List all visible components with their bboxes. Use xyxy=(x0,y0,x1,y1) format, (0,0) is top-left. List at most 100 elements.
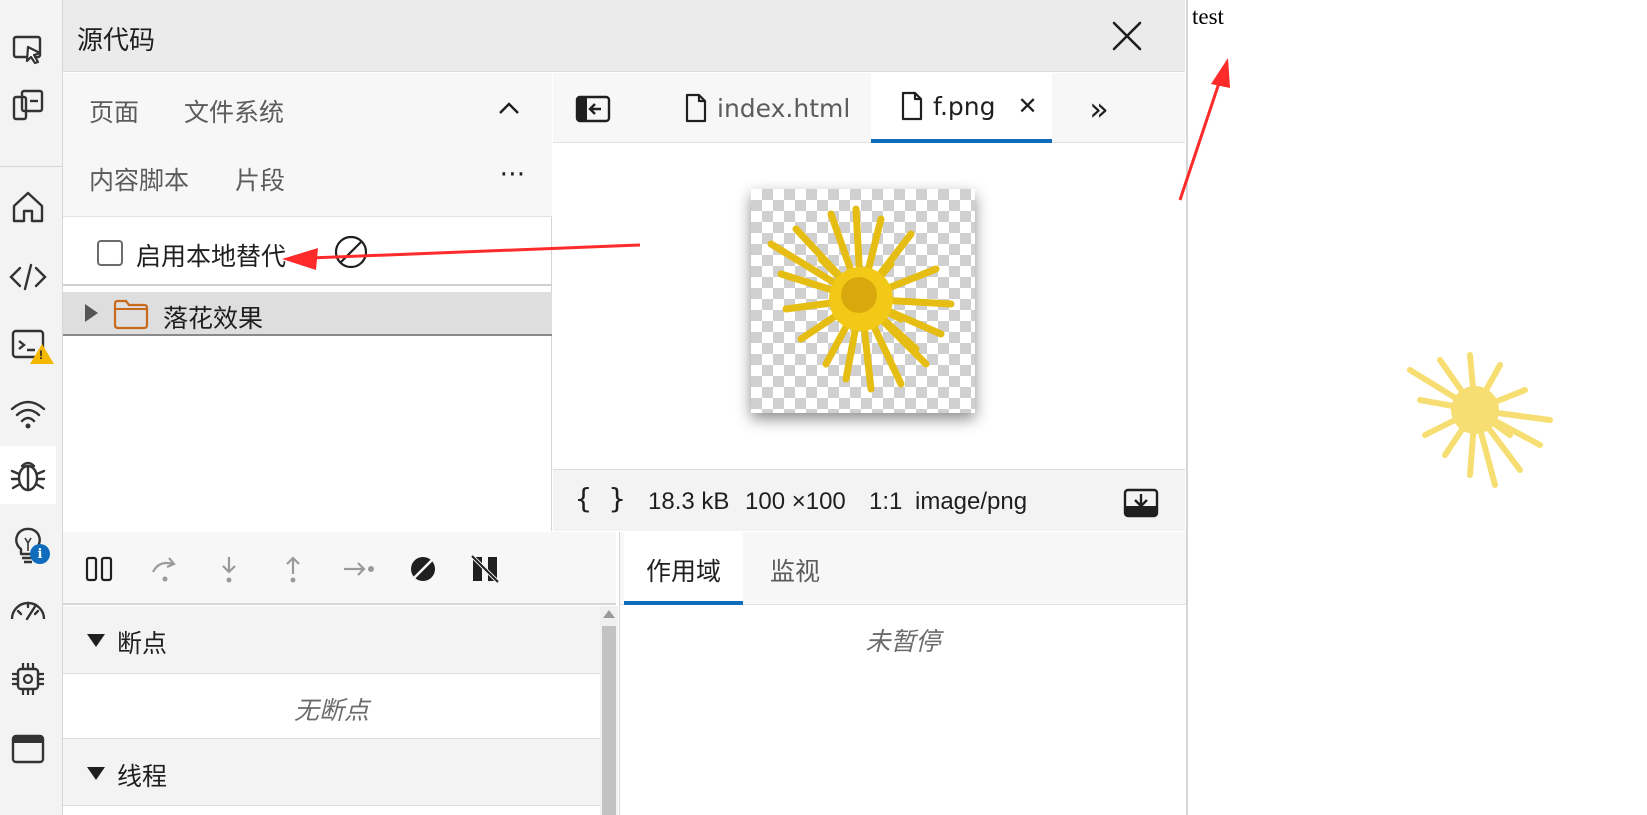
performance-tool-button[interactable] xyxy=(0,582,56,640)
editor-pane: index.html f.png ✕ » {} 18.3 kB 100 ×10… xyxy=(553,73,1185,531)
editor-tab-label: f.png xyxy=(933,91,996,121)
more-editor-tabs-icon[interactable]: » xyxy=(1081,90,1117,128)
pause-exceptions-icon xyxy=(470,554,500,584)
warning-badge-icon: ! xyxy=(30,344,54,364)
threads-section-header[interactable]: 线程 xyxy=(63,738,600,806)
debugger-toolbar xyxy=(63,532,616,605)
pretty-print-button[interactable]: { } xyxy=(575,482,626,515)
collapse-tabs-button[interactable] xyxy=(494,93,524,123)
issues-tool-button[interactable]: i xyxy=(0,516,56,574)
image-preview xyxy=(751,189,975,413)
wifi-icon xyxy=(10,400,46,429)
image-status-bar: { } 18.3 kB 100 ×100 1:1 image/png xyxy=(553,469,1185,531)
enable-local-overrides-checkbox[interactable] xyxy=(97,240,123,266)
welcome-tool-button[interactable] xyxy=(0,178,56,236)
close-icon xyxy=(1112,21,1142,51)
editor-tab-strip: index.html f.png ✕ » xyxy=(553,73,1185,143)
close-tab-icon[interactable]: ✕ xyxy=(1018,92,1038,120)
local-overrides-row: 启用本地替代 xyxy=(63,218,552,286)
collapse-arrow-icon xyxy=(87,767,105,780)
tree-item-label: 落花效果 xyxy=(163,304,264,333)
inspect-element-button[interactable] xyxy=(0,20,56,78)
step-into-icon xyxy=(222,557,236,583)
tab-content-scripts[interactable]: 内容脚本 xyxy=(89,161,189,197)
memory-tool-button[interactable] xyxy=(0,650,56,708)
not-paused-text: 未暂停 xyxy=(865,627,941,656)
more-tabs-button[interactable]: ⋯ xyxy=(494,159,534,189)
window-icon xyxy=(11,734,45,764)
pause-button[interactable] xyxy=(79,550,119,588)
enable-local-overrides-label: 启用本地替代 xyxy=(136,242,287,271)
sidebar-scrollbar[interactable] xyxy=(600,606,618,815)
console-tool-button[interactable]: ! xyxy=(0,316,56,374)
more-dots-icon: ⋯ xyxy=(499,159,529,189)
step-over-icon xyxy=(152,557,176,582)
image-mime-type: image/png xyxy=(915,488,1028,515)
info-badge-icon: i xyxy=(30,544,50,564)
chrysanthemum-image xyxy=(767,205,955,393)
gauge-icon xyxy=(10,601,46,621)
tab-page[interactable]: 页面 xyxy=(89,93,139,129)
page-text: test xyxy=(1192,4,1224,29)
threads-label: 线程 xyxy=(117,762,168,791)
step-out-icon xyxy=(286,556,300,583)
step-button[interactable] xyxy=(339,550,379,588)
activity-bar: ! i xyxy=(0,0,63,815)
panel-title: 源代码 xyxy=(77,26,156,56)
inspected-page: test xyxy=(1186,0,1647,815)
image-dimensions: 100 ×100 xyxy=(745,488,846,515)
tab-filesystem[interactable]: 文件系统 xyxy=(184,93,284,129)
deactivate-breakpoints-icon xyxy=(411,557,435,581)
step-icon xyxy=(344,562,374,576)
sources-tool-button[interactable] xyxy=(0,446,56,504)
scope-tab-strip: 作用域 监视 xyxy=(620,532,1186,605)
chevron-up-icon xyxy=(499,102,519,114)
pause-on-exceptions-button[interactable] xyxy=(465,550,505,588)
editor-tab-index-html[interactable]: index.html xyxy=(663,73,872,143)
panel-title-bar: 源代码 xyxy=(63,0,1185,72)
bug-icon xyxy=(10,461,46,492)
deactivate-breakpoints-button[interactable] xyxy=(403,550,443,588)
home-icon xyxy=(12,191,44,223)
breakpoints-label: 断点 xyxy=(117,629,168,658)
scope-pane: 作用域 监视 未暂停 xyxy=(619,532,1186,815)
tree-item-folder[interactable]: 落花效果 xyxy=(63,292,552,336)
device-icon xyxy=(12,89,44,121)
device-emulation-button[interactable] xyxy=(0,76,56,134)
step-into-button[interactable] xyxy=(209,550,249,588)
file-icon xyxy=(685,93,707,123)
expand-arrow-icon[interactable] xyxy=(85,304,98,322)
breakpoints-pane: 断点 无断点 线程 xyxy=(63,606,600,815)
scroll-up-icon[interactable] xyxy=(603,610,615,618)
step-over-button[interactable] xyxy=(145,550,185,588)
network-tool-button[interactable] xyxy=(0,384,56,442)
editor-tab-f-png[interactable]: f.png ✕ xyxy=(871,73,1052,143)
editor-tab-label: index.html xyxy=(717,93,851,123)
breakpoints-section-header[interactable]: 断点 xyxy=(63,606,600,674)
no-breakpoints-text: 无断点 xyxy=(293,696,369,725)
close-panel-button[interactable] xyxy=(1107,16,1147,56)
tab-watch[interactable]: 监视 xyxy=(748,532,842,605)
application-tool-button[interactable] xyxy=(0,720,56,778)
image-ratio: 1:1 xyxy=(869,488,903,515)
step-out-button[interactable] xyxy=(273,550,313,588)
code-icon xyxy=(9,263,47,291)
folder-icon xyxy=(113,299,149,330)
navigator-pane: 页面 文件系统 内容脚本 片段 ⋯ 启用本地替代 落花效果 xyxy=(63,73,552,531)
clear-overrides-icon[interactable] xyxy=(333,234,369,270)
scrollbar-thumb[interactable] xyxy=(602,626,616,815)
inspect-icon xyxy=(12,35,42,65)
pause-icon xyxy=(85,556,113,582)
devtools-window: ! i 源代码 页面 文件系统 内容脚本 片段 ⋯ 启用本地替代 落花效果 in… xyxy=(0,0,1647,815)
toggle-navigator-icon[interactable] xyxy=(575,95,611,123)
chip-icon xyxy=(12,663,44,695)
download-icon[interactable] xyxy=(1123,488,1159,518)
tab-snippets[interactable]: 片段 xyxy=(235,161,285,197)
activity-separator xyxy=(0,166,63,167)
elements-tool-button[interactable] xyxy=(0,248,56,306)
tab-scope[interactable]: 作用域 xyxy=(624,532,744,605)
image-preview-area xyxy=(553,144,1185,469)
collapse-arrow-icon xyxy=(87,634,105,647)
file-icon xyxy=(901,91,923,121)
falling-flower-image xyxy=(1407,352,1553,488)
